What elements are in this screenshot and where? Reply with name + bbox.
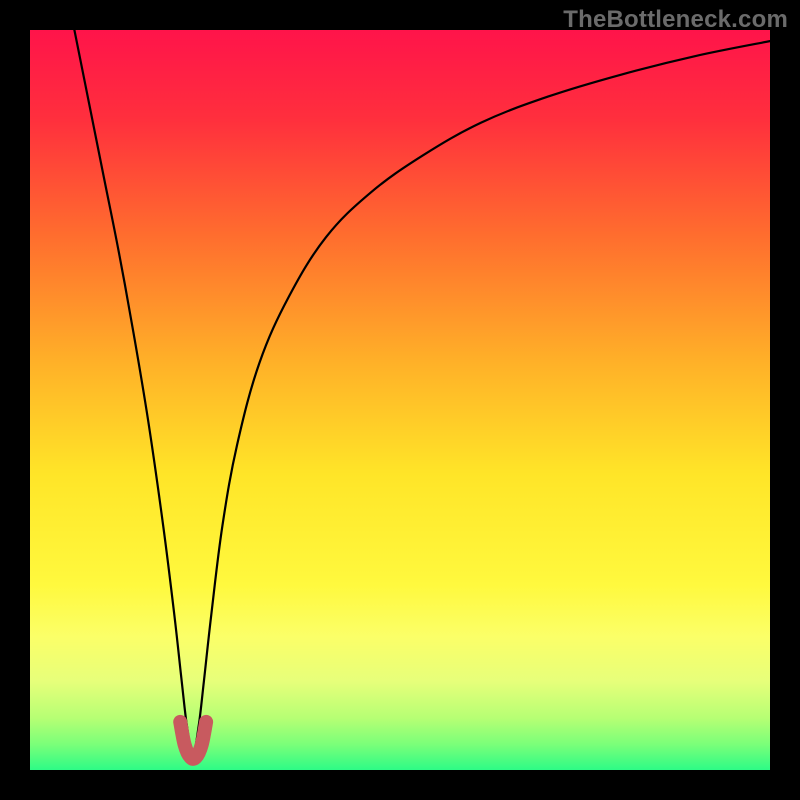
bottleneck-chart [30, 30, 770, 770]
chart-frame: TheBottleneck.com [0, 0, 800, 800]
watermark-text: TheBottleneck.com [563, 6, 788, 34]
gradient-background [30, 30, 770, 770]
plot-area [30, 30, 770, 770]
